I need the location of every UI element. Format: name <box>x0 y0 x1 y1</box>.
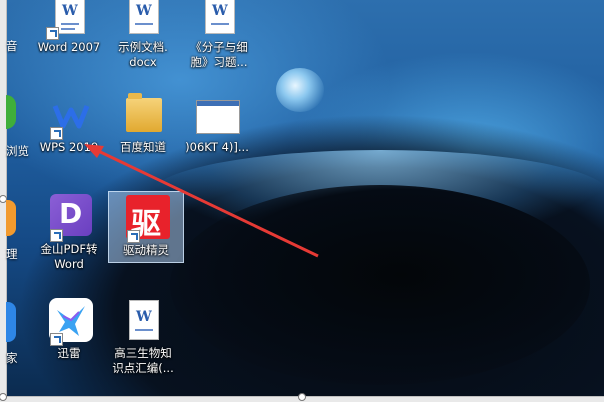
annotation-arrow <box>84 144 319 258</box>
desktop-wallpaper: 音 浏览 理 家 W Word 2007 W 示例文档. docx W 《分子与… <box>0 0 604 402</box>
